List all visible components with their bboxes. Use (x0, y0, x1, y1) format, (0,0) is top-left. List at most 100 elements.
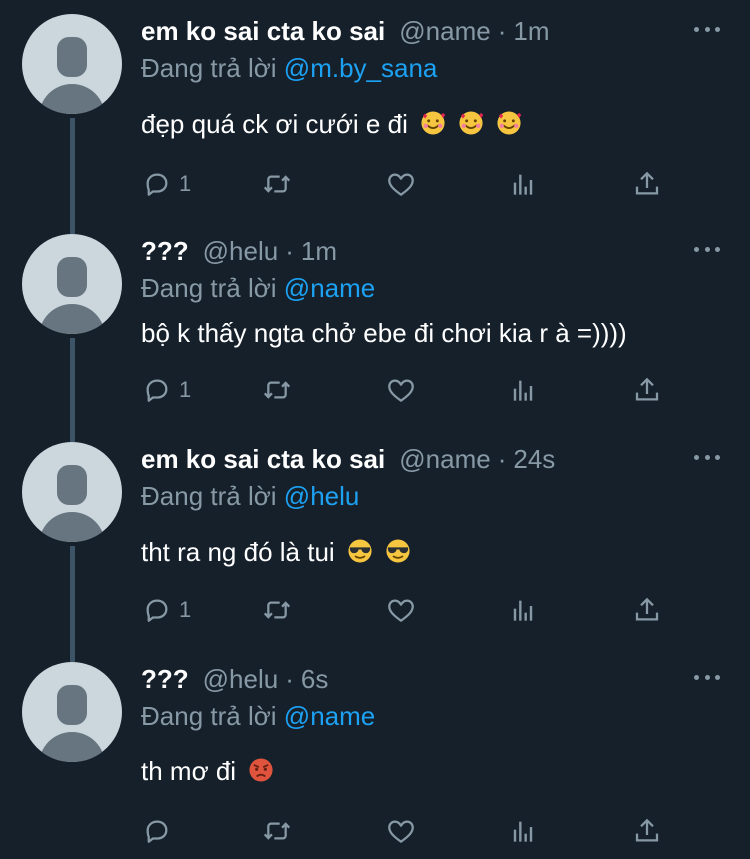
more-options-icon[interactable] (694, 16, 720, 42)
tweet-actions: 1 (141, 372, 701, 408)
analytics-icon (513, 380, 533, 401)
heart-icon (388, 173, 414, 196)
analytics-icon (513, 821, 533, 842)
reply-icon (146, 599, 168, 622)
replying-to: Đang trả lời @helu (141, 480, 359, 512)
heart-icon (388, 820, 414, 843)
share-icon (635, 597, 659, 621)
analytics-icon (513, 174, 533, 195)
more-options-icon[interactable] (694, 236, 720, 262)
tweet[interactable]: ??? @helu · 1m Đang trả lời @name bộ k t… (0, 234, 750, 424)
reply-button[interactable]: 1 (141, 592, 191, 628)
display-name[interactable]: ??? (141, 664, 189, 694)
replying-to-label: Đang trả lời (141, 481, 277, 511)
like-button[interactable] (385, 166, 417, 202)
share-button[interactable] (631, 592, 663, 628)
separator-dot: · (285, 236, 294, 266)
display-name[interactable]: ??? (141, 236, 189, 266)
share-icon (635, 171, 659, 195)
retweet-button[interactable] (261, 592, 293, 628)
tweet-text: đẹp quá ck ơi cưới e đi (141, 107, 522, 141)
avatar[interactable] (22, 234, 122, 334)
replying-to-label: Đang trả lời (141, 53, 277, 83)
tweet-text: tht ra ng đó là tui (141, 535, 411, 569)
reply-count: 1 (179, 171, 192, 196)
mention-link[interactable]: @name (284, 273, 375, 303)
replying-to: Đang trả lời @name (141, 700, 375, 732)
retweet-icon (263, 175, 291, 193)
share-button[interactable] (631, 813, 663, 849)
reply-icon (146, 820, 168, 843)
retweet-icon (263, 822, 291, 840)
mention-link[interactable]: @helu (284, 481, 360, 511)
analytics-button[interactable] (507, 813, 539, 849)
smiling-face-with-hearts-icon (459, 111, 484, 135)
retweet-button[interactable] (261, 813, 293, 849)
retweet-button[interactable] (261, 166, 293, 202)
analytics-icon (513, 600, 533, 621)
timestamp[interactable]: 24s (513, 444, 555, 474)
reply-icon (146, 173, 168, 196)
username[interactable]: @helu (203, 236, 279, 266)
more-options-icon[interactable] (694, 664, 720, 690)
timestamp[interactable]: 6s (301, 664, 328, 694)
share-button[interactable] (631, 166, 663, 202)
reply-button[interactable]: 1 (141, 166, 191, 202)
smiling-face-with-sunglasses-icon (348, 539, 372, 563)
mention-link[interactable]: @name (284, 701, 375, 731)
display-name[interactable]: em ko sai cta ko sai (141, 16, 385, 46)
retweet-button[interactable] (261, 372, 293, 408)
tweet[interactable]: em ko sai cta ko sai @name · 1m Đang trả… (0, 14, 750, 214)
analytics-button[interactable] (507, 592, 539, 628)
tweet-actions (141, 813, 701, 849)
tweet-text-content: đẹp quá ck ơi cưới e đi (141, 109, 408, 139)
tweet-actions: 1 (141, 592, 701, 628)
tweet-text: bộ k thấy ngta chở ebe đi chơi kia r à =… (141, 316, 627, 350)
heart-icon (388, 599, 414, 622)
smiling-face-with-sunglasses-icon (386, 539, 410, 563)
more-options-icon[interactable] (694, 444, 720, 470)
separator-dot: · (285, 664, 294, 694)
reply-icon (146, 379, 168, 402)
heart-icon (388, 379, 414, 402)
avatar[interactable] (22, 662, 122, 762)
mention-link[interactable]: @m.by_sana (284, 53, 438, 83)
tweet-text-content: th mơ đi (141, 756, 237, 786)
replying-to: Đang trả lời @m.by_sana (141, 52, 437, 84)
reply-button[interactable] (141, 813, 179, 849)
tweet[interactable]: ??? @helu · 6s Đang trả lời @name th mơ … (0, 662, 750, 859)
avatar[interactable] (22, 14, 122, 114)
conversation-thread: em ko sai cta ko sai @name · 1m Đang trả… (0, 0, 750, 859)
display-name[interactable]: em ko sai cta ko sai (141, 444, 385, 474)
replying-to-label: Đang trả lời (141, 701, 277, 731)
tweet-text: th mơ đi (141, 754, 274, 788)
separator-dot: · (497, 16, 507, 46)
username[interactable]: @helu (203, 664, 279, 694)
like-button[interactable] (385, 592, 417, 628)
separator-dot: · (497, 444, 507, 474)
tweet-text-content: bộ k thấy ngta chở ebe đi chơi kia r à =… (141, 318, 627, 348)
replying-to: Đang trả lời @name (141, 272, 375, 304)
share-icon (635, 818, 659, 842)
avatar[interactable] (22, 442, 122, 542)
retweet-icon (263, 601, 291, 619)
analytics-button[interactable] (507, 372, 539, 408)
replying-to-label: Đang trả lời (141, 273, 277, 303)
like-button[interactable] (385, 372, 417, 408)
analytics-button[interactable] (507, 166, 539, 202)
timestamp[interactable]: 1m (513, 16, 549, 46)
username[interactable]: @name (399, 16, 490, 46)
reply-button[interactable]: 1 (141, 372, 191, 408)
reply-count: 1 (179, 377, 192, 402)
timestamp[interactable]: 1m (301, 236, 337, 266)
username[interactable]: @name (399, 444, 490, 474)
reply-count: 1 (179, 597, 192, 622)
share-icon (635, 377, 659, 401)
smiling-face-with-hearts-icon (497, 111, 522, 135)
share-button[interactable] (631, 372, 663, 408)
retweet-icon (263, 381, 291, 399)
smiling-face-with-hearts-icon (421, 111, 446, 135)
like-button[interactable] (385, 813, 417, 849)
tweet[interactable]: em ko sai cta ko sai @name · 24s Đang tr… (0, 442, 750, 642)
tweet-actions: 1 (141, 166, 701, 202)
